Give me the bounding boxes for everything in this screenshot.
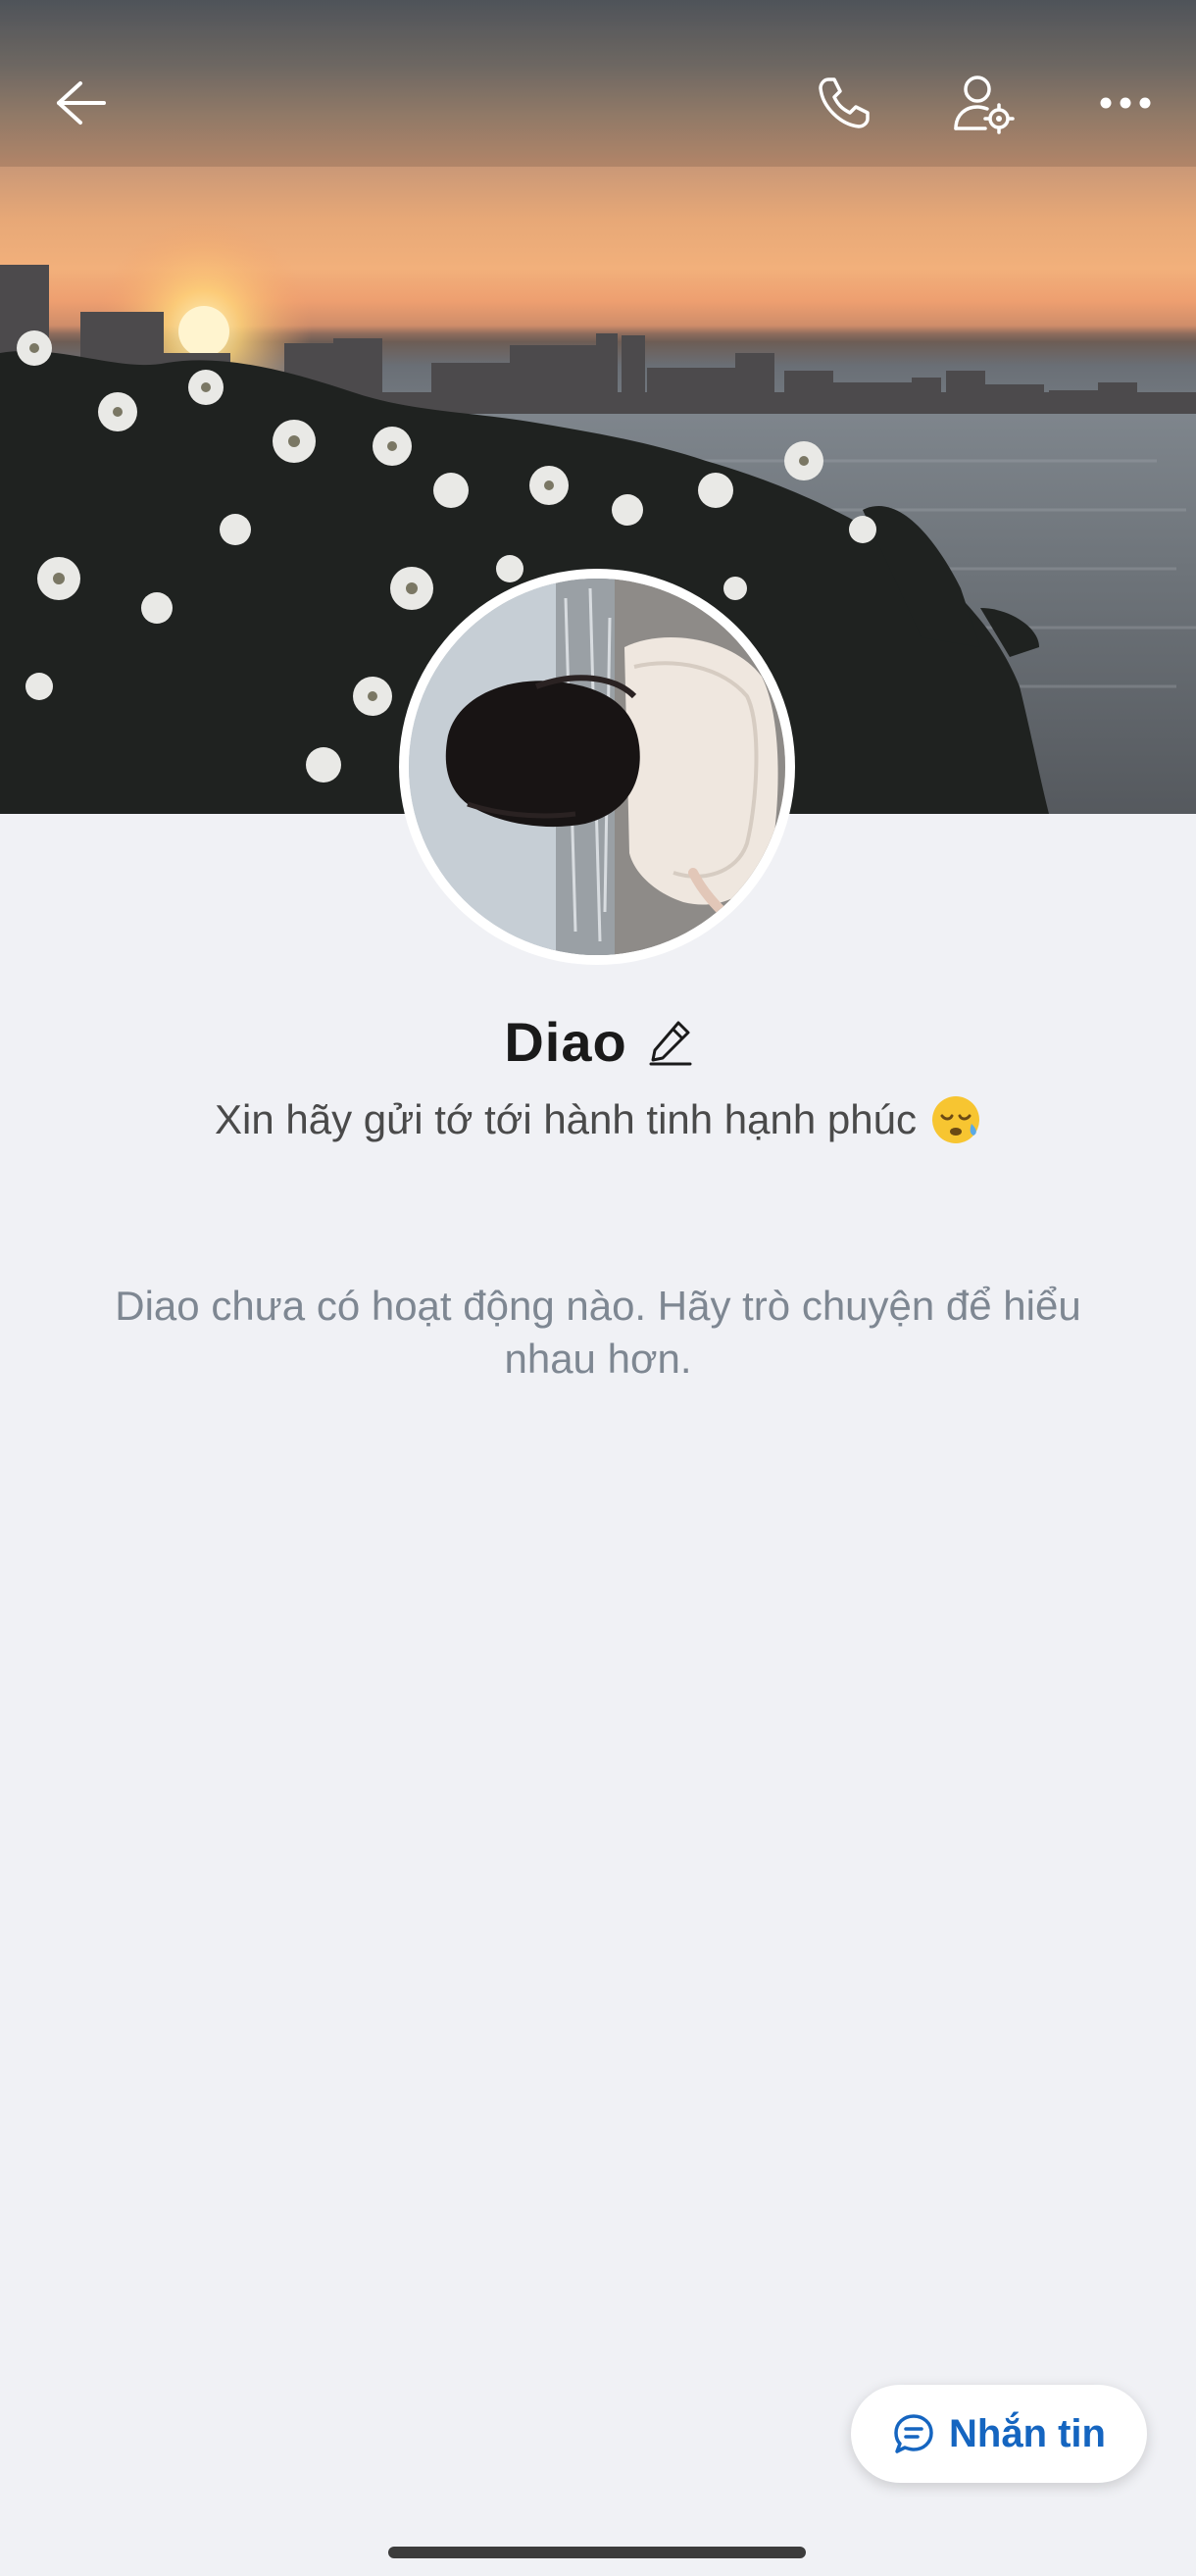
name-row: Diao	[0, 1010, 1196, 1074]
user-settings-icon	[952, 72, 1015, 139]
home-indicator[interactable]	[388, 2547, 806, 2558]
message-button-label: Nhắn tin	[949, 2411, 1106, 2455]
profile-name: Diao	[504, 1011, 627, 1073]
back-arrow-icon	[53, 79, 108, 131]
phone-icon	[815, 74, 873, 137]
more-dots-icon	[1098, 95, 1153, 116]
empty-activity-message: Diao chưa có hoạt động nào. Hãy trò chuy…	[115, 1283, 1081, 1382]
avatar-photo	[409, 579, 785, 955]
profile-page: Diao Xin hãy gửi tớ tới hành tinh hạnh p…	[0, 0, 1196, 2576]
chat-bubble-icon	[892, 2412, 935, 2455]
more-button[interactable]	[1071, 51, 1179, 159]
back-button[interactable]	[26, 51, 134, 159]
bio-row: Xin hãy gửi tớ tới hành tinh hạnh phúc	[0, 1094, 1196, 1145]
call-button[interactable]	[790, 51, 898, 159]
pencil-icon[interactable]	[649, 1019, 692, 1066]
sleepy-face-emoji-icon	[930, 1094, 981, 1145]
profile-settings-button[interactable]	[929, 51, 1037, 159]
profile-bio: Xin hãy gửi tớ tới hành tinh hạnh phúc	[215, 1096, 917, 1142]
message-button[interactable]: Nhắn tin	[851, 2385, 1147, 2483]
avatar[interactable]	[399, 569, 795, 965]
